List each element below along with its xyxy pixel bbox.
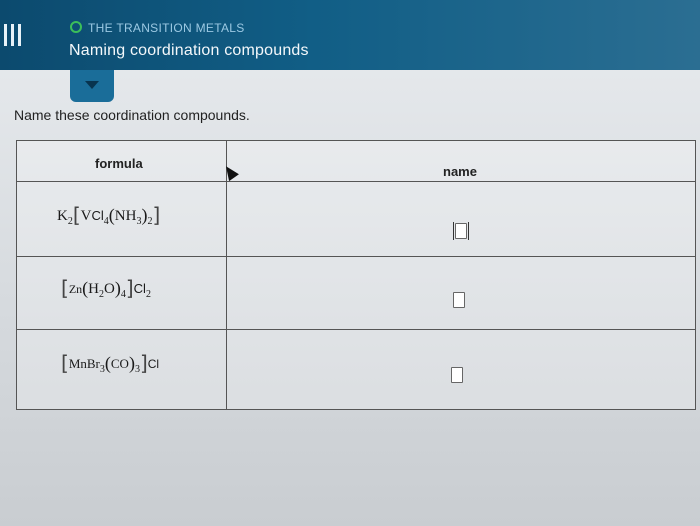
compounds-table: formula name K2[VCl4(NH3)2] [Zn(H2O)4]Cl… (16, 140, 696, 410)
menu-icon[interactable] (4, 24, 22, 46)
formula-column-header: formula (95, 156, 143, 171)
name-answer-input-2[interactable] (453, 292, 465, 308)
formula-row-1: K2[VCl4(NH3)2] (57, 203, 161, 227)
topic-label: THE TRANSITION METALS (70, 21, 245, 35)
row-divider (17, 181, 695, 182)
expand-toggle-button[interactable] (70, 70, 114, 102)
row-divider (17, 256, 695, 257)
formula-row-2: [Zn(H2O)4]Cl2 (61, 276, 151, 300)
row-divider (17, 329, 695, 330)
name-column-header: name (443, 164, 477, 179)
topic-status-icon (70, 21, 82, 33)
instructions: Name these coordination compounds. (14, 107, 250, 123)
name-answer-input-3[interactable] (451, 367, 463, 383)
name-answer-input-1[interactable] (453, 222, 469, 240)
formula-row-3: [MnBr3(CO)3]Cl (61, 351, 160, 375)
page-title: Naming coordination compounds (69, 42, 309, 59)
top-bar: THE TRANSITION METALS Naming coordinatio… (0, 0, 700, 70)
chevron-down-icon (85, 81, 99, 89)
